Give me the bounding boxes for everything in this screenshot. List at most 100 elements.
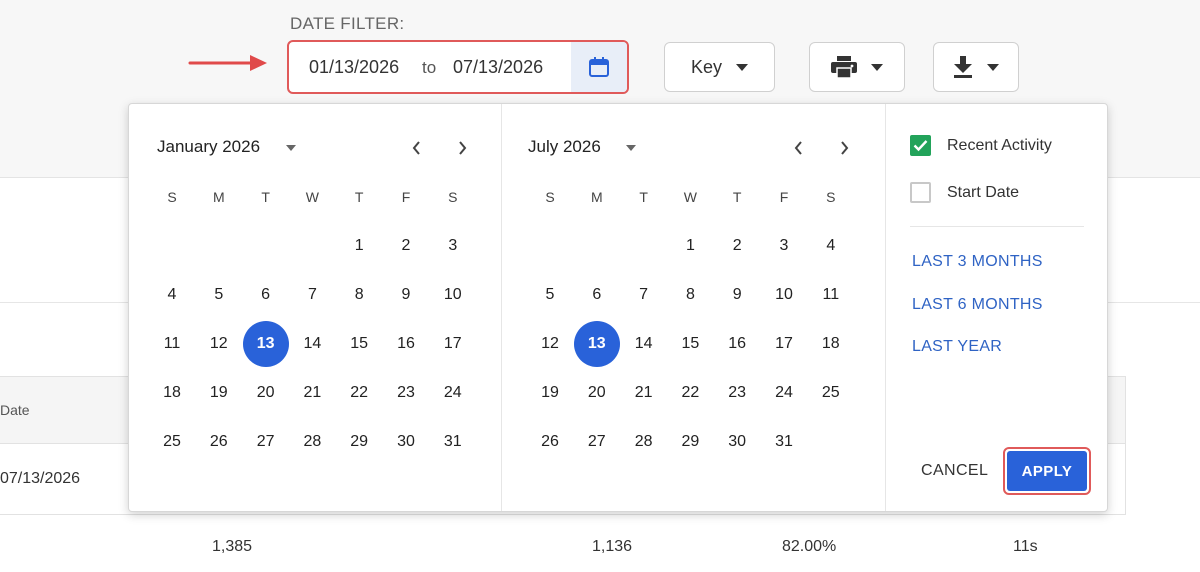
calendar-day[interactable]: 10 (761, 272, 807, 318)
weekday-header: M (212, 189, 225, 205)
calendar-day[interactable]: 8 (667, 272, 713, 318)
calendar-day-selected[interactable]: 13 (573, 321, 620, 367)
download-dropdown-button[interactable] (933, 42, 1019, 92)
next-month-button[interactable] (834, 138, 854, 158)
calendar-day[interactable]: 7 (289, 272, 335, 318)
calendar-day[interactable]: 30 (714, 419, 760, 465)
calendar-day[interactable]: 24 (761, 370, 807, 416)
calendar-day[interactable]: 15 (667, 321, 713, 367)
date-range-separator: to (422, 58, 437, 77)
total-cell-2: 1,136 (592, 538, 633, 555)
calendar-day-selected[interactable]: 13 (242, 321, 289, 367)
prev-month-button[interactable] (406, 138, 426, 158)
calendar-day[interactable]: 11 (808, 272, 854, 318)
calendar-day[interactable]: 1 (336, 223, 382, 269)
calendar-day[interactable]: 25 (808, 370, 854, 416)
filter-options-panel: Recent Activity Start Date LAST 3 MONTHS… (886, 104, 1108, 513)
calendar-day[interactable]: 1 (667, 223, 713, 269)
calendar-day[interactable]: 29 (667, 419, 713, 465)
weekday-header: T (639, 189, 648, 205)
calendar-day[interactable]: 3 (761, 223, 807, 269)
calendar-day[interactable]: 11 (149, 321, 195, 367)
calendar-day[interactable]: 17 (430, 321, 476, 367)
start-date-checkbox[interactable] (910, 182, 931, 203)
calendar-day[interactable]: 26 (527, 419, 573, 465)
end-date-value[interactable]: 07/13/2026 (453, 57, 543, 78)
calendar-day[interactable]: 22 (336, 370, 382, 416)
weekday-header: T (354, 189, 364, 205)
calendar-day[interactable]: 4 (808, 223, 854, 269)
download-icon (954, 56, 972, 78)
calendar-day[interactable]: 20 (243, 370, 289, 416)
calendar-day[interactable]: 19 (527, 370, 573, 416)
start-date-value[interactable]: 01/13/2026 (309, 57, 399, 78)
month-title[interactable]: January 2026 (157, 137, 260, 157)
preset-last-6-months[interactable]: LAST 6 MONTHS (912, 296, 1043, 314)
calendar-day[interactable]: 20 (574, 370, 620, 416)
calendar-day[interactable]: 17 (761, 321, 807, 367)
calendar-day[interactable]: 31 (761, 419, 807, 465)
calendar-day[interactable]: 16 (383, 321, 429, 367)
calendar-day[interactable]: 18 (808, 321, 854, 367)
apply-button-label: APPLY (1007, 451, 1087, 491)
print-dropdown-button[interactable] (809, 42, 905, 92)
month-select-caret-icon[interactable] (286, 145, 296, 151)
calendar-day[interactable]: 12 (196, 321, 242, 367)
calendar-day[interactable]: 25 (149, 419, 195, 465)
calendar-day[interactable]: 30 (383, 419, 429, 465)
recent-activity-label[interactable]: Recent Activity (947, 137, 1052, 155)
calendar-day[interactable]: 31 (430, 419, 476, 465)
calendar-day[interactable]: 2 (714, 223, 760, 269)
calendar-day[interactable]: 21 (621, 370, 667, 416)
calendar-day[interactable]: 26 (196, 419, 242, 465)
chevron-left-icon (412, 141, 420, 155)
key-dropdown-button[interactable]: Key (664, 42, 775, 92)
calendar-day[interactable]: 8 (336, 272, 382, 318)
calendar-day[interactable]: 23 (714, 370, 760, 416)
prev-month-button[interactable] (788, 138, 808, 158)
month-title[interactable]: July 2026 (528, 137, 601, 157)
calendar-day[interactable]: 3 (430, 223, 476, 269)
calendar-day[interactable]: 28 (621, 419, 667, 465)
calendar-day[interactable]: 28 (289, 419, 335, 465)
cancel-button[interactable]: CANCEL (921, 462, 988, 480)
start-date-label[interactable]: Start Date (947, 184, 1019, 202)
calendar-day[interactable]: 16 (714, 321, 760, 367)
calendar-day[interactable]: 21 (289, 370, 335, 416)
calendar-day[interactable]: 9 (714, 272, 760, 318)
calendar-day[interactable]: 6 (574, 272, 620, 318)
calendar-day[interactable]: 2 (383, 223, 429, 269)
weekday-header: S (826, 189, 836, 205)
calendar-day[interactable]: 5 (527, 272, 573, 318)
calendar-day[interactable]: 9 (383, 272, 429, 318)
key-dropdown-label: Key (690, 56, 723, 77)
chevron-right-icon (840, 141, 848, 155)
total-cell-4: 11s (1013, 538, 1038, 555)
calendar-day[interactable]: 14 (289, 321, 335, 367)
calendar-day[interactable]: 15 (336, 321, 382, 367)
date-range-input[interactable]: 01/13/2026 to 07/13/2026 (287, 40, 629, 94)
calendar-day[interactable]: 24 (430, 370, 476, 416)
month-select-caret-icon[interactable] (626, 145, 636, 151)
table-border (1125, 444, 1126, 515)
calendar-day[interactable]: 22 (667, 370, 713, 416)
calendar-day[interactable]: 27 (574, 419, 620, 465)
apply-button[interactable]: APPLY (1003, 447, 1091, 495)
preset-last-year[interactable]: LAST YEAR (912, 338, 1002, 356)
calendar-toggle-button[interactable] (571, 42, 627, 92)
preset-last-3-months[interactable]: LAST 3 MONTHS (912, 253, 1043, 271)
recent-activity-checkbox[interactable] (910, 135, 931, 156)
calendar-day[interactable]: 12 (527, 321, 573, 367)
calendar-day[interactable]: 7 (621, 272, 667, 318)
calendar-day[interactable]: 29 (336, 419, 382, 465)
calendar-day[interactable]: 6 (243, 272, 289, 318)
calendar-day[interactable]: 4 (149, 272, 195, 318)
calendar-day[interactable]: 14 (621, 321, 667, 367)
calendar-day[interactable]: 10 (430, 272, 476, 318)
calendar-day[interactable]: 27 (243, 419, 289, 465)
calendar-day[interactable]: 18 (149, 370, 195, 416)
calendar-day[interactable]: 23 (383, 370, 429, 416)
calendar-day[interactable]: 19 (196, 370, 242, 416)
calendar-day[interactable]: 5 (196, 272, 242, 318)
next-month-button[interactable] (452, 138, 472, 158)
